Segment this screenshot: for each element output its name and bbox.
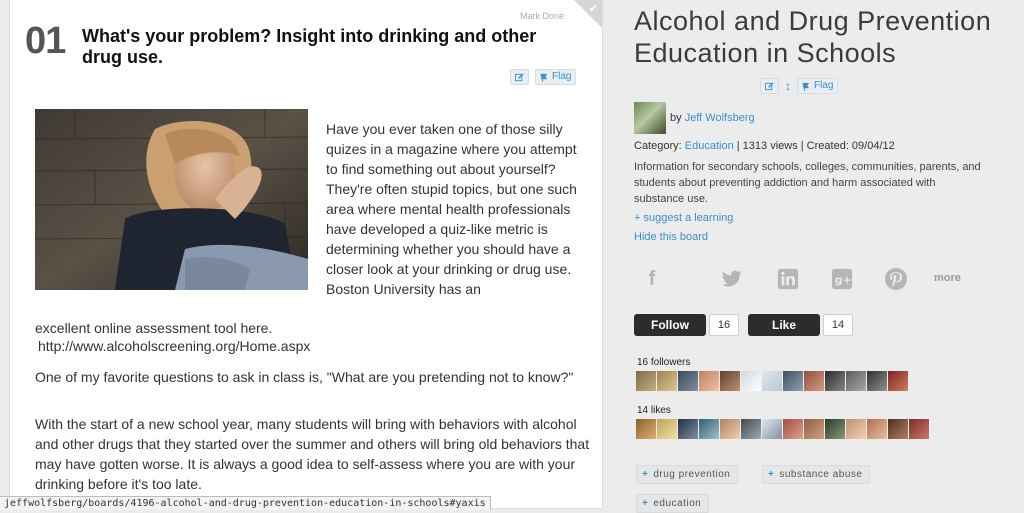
tag-label: drug prevention — [653, 469, 731, 480]
tag-label: education — [653, 498, 702, 509]
plus-icon: + — [768, 469, 775, 480]
board-title-actions: ↕ Flag — [760, 78, 839, 94]
plus-icon: + — [642, 498, 649, 509]
follower-avatar[interactable] — [720, 371, 740, 391]
category-link[interactable]: Education — [685, 140, 734, 152]
edit-icon — [515, 72, 524, 81]
follower-avatar[interactable] — [783, 371, 803, 391]
like-button[interactable]: Like — [748, 314, 820, 336]
edit-button[interactable] — [510, 69, 529, 85]
flag-label: Flag — [814, 80, 834, 91]
facebook-icon[interactable]: f — [639, 266, 665, 292]
flag-icon — [540, 73, 548, 82]
plus-icon: + — [642, 469, 649, 480]
like-count: 14 — [823, 314, 853, 336]
reorder-icon[interactable]: ↕ — [785, 79, 791, 93]
author-avatar[interactable] — [634, 102, 666, 134]
item-number: 01 — [25, 20, 66, 62]
liker-avatar[interactable] — [678, 419, 698, 439]
follower-avatar[interactable] — [699, 371, 719, 391]
liker-avatar[interactable] — [762, 419, 782, 439]
board-title: Alcohol and Drug Prevention Education in… — [634, 6, 992, 68]
google-plus-icon[interactable]: g+ — [829, 266, 855, 292]
flag-button[interactable]: Flag — [535, 69, 577, 85]
assessment-link[interactable]: http://www.alcoholscreening.org/Home.asp… — [38, 338, 310, 354]
by-label: by — [670, 112, 682, 124]
follower-avatar[interactable] — [825, 371, 845, 391]
card-title[interactable]: What's your problem? Insight into drinki… — [82, 26, 572, 68]
follower-avatar[interactable] — [867, 371, 887, 391]
liker-avatar[interactable] — [804, 419, 824, 439]
article-intro: Have you ever taken one of those silly q… — [326, 121, 577, 297]
followers-avatars — [636, 371, 908, 391]
pinterest-icon[interactable] — [883, 266, 909, 292]
tag-education[interactable]: + education — [636, 494, 710, 513]
tag-drug-prevention[interactable]: + drug prevention — [636, 465, 739, 484]
article-intro-cont: excellent online assessment tool here. — [35, 320, 273, 336]
liker-avatar[interactable] — [783, 419, 803, 439]
follower-avatar[interactable] — [762, 371, 782, 391]
liker-avatar[interactable] — [867, 419, 887, 439]
liker-avatar[interactable] — [636, 419, 656, 439]
follower-avatar[interactable] — [888, 371, 908, 391]
linkedin-icon[interactable] — [775, 266, 801, 292]
board-meta: Category: Education | 1313 views | Creat… — [634, 140, 895, 152]
follower-avatar[interactable] — [678, 371, 698, 391]
article-photo — [35, 109, 308, 290]
likes-label: 14 likes — [637, 405, 671, 416]
follower-avatar[interactable] — [636, 371, 656, 391]
article-paragraph: With the start of a new school year, man… — [35, 416, 590, 492]
follow-button[interactable]: Follow — [634, 314, 706, 336]
more-share-link[interactable]: more — [934, 272, 961, 284]
liker-avatar[interactable] — [888, 419, 908, 439]
learning-card: ✔ Mark Done 01 What's your problem? Insi… — [9, 0, 603, 509]
suggest-learning-link[interactable]: + suggest a learning — [634, 212, 733, 224]
twitter-icon[interactable] — [719, 266, 745, 292]
board-edit-button[interactable] — [760, 78, 779, 94]
likes-avatars — [636, 419, 929, 439]
follow-count: 16 — [709, 314, 739, 336]
tag-substance-abuse[interactable]: + substance abuse — [762, 465, 871, 484]
flag-label: Flag — [552, 71, 572, 82]
board-description: Information for secondary schools, colle… — [634, 161, 981, 205]
follower-avatar[interactable] — [846, 371, 866, 391]
follower-avatar[interactable] — [804, 371, 824, 391]
category-label: Category: — [634, 140, 682, 152]
liker-avatar[interactable] — [909, 419, 929, 439]
browser-status-bar: jeffwolfsberg/boards/4196-alcohol-and-dr… — [0, 496, 491, 510]
author-link[interactable]: Jeff Wolfsberg — [685, 112, 755, 124]
article-paragraph: One of my favorite questions to ask in c… — [35, 369, 574, 385]
followers-label: 16 followers — [637, 357, 691, 368]
board-flag-button[interactable]: Flag — [797, 78, 839, 94]
liker-avatar[interactable] — [846, 419, 866, 439]
byline: by Jeff Wolfsberg — [670, 112, 755, 124]
liker-avatar[interactable] — [657, 419, 677, 439]
liker-avatar[interactable] — [741, 419, 761, 439]
follower-avatar[interactable] — [657, 371, 677, 391]
views-created: | 1313 views | Created: 09/04/12 — [736, 140, 895, 152]
tag-label: substance abuse — [779, 469, 863, 480]
follower-avatar[interactable] — [741, 371, 761, 391]
liker-avatar[interactable] — [699, 419, 719, 439]
liker-avatar[interactable] — [825, 419, 845, 439]
card-actions: Flag — [510, 69, 577, 85]
edit-icon — [765, 81, 774, 90]
liker-avatar[interactable] — [720, 419, 740, 439]
mark-done-label[interactable]: Mark Done — [520, 11, 564, 21]
hide-board-link[interactable]: Hide this board — [634, 231, 708, 243]
svg-text:g+: g+ — [835, 274, 852, 287]
flag-icon — [802, 82, 810, 91]
checkmark-icon[interactable]: ✔ — [589, 2, 598, 15]
